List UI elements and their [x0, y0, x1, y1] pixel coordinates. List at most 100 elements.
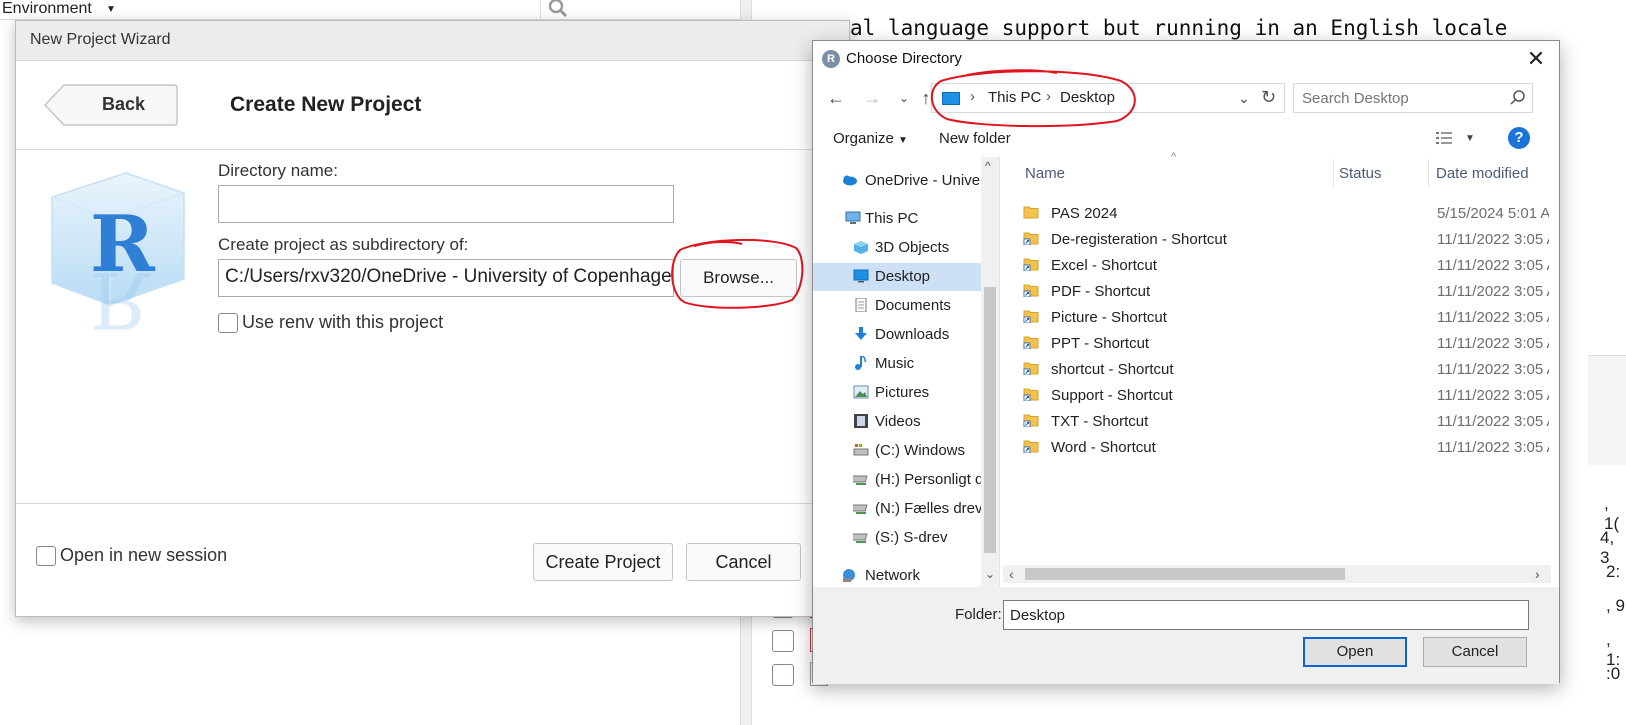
browse-button[interactable]: Browse... [680, 259, 797, 297]
scroll-left-icon[interactable]: ‹ [1009, 566, 1014, 582]
folder-shortcut-icon [1023, 258, 1039, 271]
nav-item-desktop[interactable]: Desktop [813, 263, 981, 291]
file-row[interactable]: Excel - Shortcut 11/11/2022 3:05 AM [1009, 253, 1549, 279]
scroll-up-icon[interactable]: ^ [985, 159, 991, 173]
dialog-cancel-button[interactable]: Cancel [1423, 637, 1527, 667]
recent-locations-icon[interactable]: ⌄ [893, 87, 915, 109]
help-icon[interactable]: ? [1508, 127, 1530, 149]
truncated-text: :0 [1606, 664, 1621, 683]
search-input[interactable] [1293, 83, 1533, 113]
cloud-icon [843, 175, 857, 186]
navigation-pane: OneDrive - University of Copenhagen This… [813, 157, 999, 587]
cube-icon [854, 241, 868, 254]
nav-item-this-pc[interactable]: This PC [813, 205, 981, 233]
navigation-scrollbar[interactable]: ^ ⌄ [981, 157, 999, 587]
new-session-label: Open in new session [60, 545, 228, 565]
nav-item-videos[interactable]: Videos [813, 408, 981, 436]
video-icon [854, 414, 868, 428]
scrollbar-thumb[interactable] [984, 287, 996, 553]
nav-item-network[interactable]: Network [813, 562, 981, 590]
truncated-text: , 9 [1606, 596, 1625, 615]
back-arrow-icon[interactable]: ← [825, 87, 847, 109]
scroll-down-icon[interactable]: ⌄ [985, 567, 995, 581]
wizard-titlebar[interactable]: New Project Wizard [16, 21, 849, 61]
directory-name-label: Directory name: [218, 161, 338, 180]
dialog-titlebar[interactable]: R Choose Directory ✕ [813, 41, 1559, 77]
nav-item-documents[interactable]: Documents [813, 292, 981, 320]
file-checkbox[interactable] [772, 664, 794, 686]
nav-item-s-drive[interactable]: (S:) S-drev [813, 524, 981, 552]
nav-item-n-drive[interactable]: (N:) Fælles drev [813, 495, 981, 523]
folder-label: Folder: [955, 606, 1002, 623]
caret-down-icon[interactable]: ▼ [1465, 133, 1475, 144]
create-project-button[interactable]: Create Project [533, 543, 673, 581]
column-header-status[interactable]: Status [1339, 165, 1382, 182]
environment-tab[interactable]: Environment [2, 0, 92, 18]
file-checkbox[interactable] [772, 630, 794, 652]
file-row[interactable]: Support - Shortcut 11/11/2022 3:05 AM [1009, 383, 1549, 409]
chevron-down-icon[interactable]: ⌄ [1238, 90, 1250, 107]
caret-down-icon: ▼ [898, 135, 908, 146]
file-row[interactable]: Picture - Shortcut 11/11/2022 3:05 AM [1009, 305, 1549, 331]
file-row[interactable]: PDF - Shortcut 11/11/2022 3:05 AM [1009, 279, 1549, 305]
subdirectory-path-input[interactable]: C:/Users/rxv320/OneDrive - University of… [218, 259, 674, 297]
close-icon[interactable]: ✕ [1521, 45, 1551, 73]
folder-icon [1023, 206, 1039, 219]
file-row[interactable]: Word - Shortcut 11/11/2022 3:05 AM [1009, 435, 1549, 461]
forward-arrow-icon[interactable]: → [861, 87, 883, 109]
column-header-name[interactable]: Name [1025, 165, 1065, 182]
column-header-date[interactable]: Date modified [1436, 165, 1529, 182]
renv-checkbox[interactable] [218, 313, 238, 333]
sort-ascending-icon: ^ [1171, 151, 1177, 163]
horizontal-scrollbar[interactable]: ‹ › [1003, 565, 1551, 583]
subdirectory-label: Create project as subdirectory of: [218, 235, 469, 254]
scrollbar-thumb[interactable] [1025, 568, 1345, 580]
file-row[interactable]: De-registeration - Shortcut 11/11/2022 3… [1009, 227, 1549, 253]
nav-item-3d-objects[interactable]: 3D Objects [813, 234, 981, 262]
breadcrumb-this-pc[interactable]: This PC [988, 89, 1041, 106]
column-separator[interactable] [1333, 159, 1334, 187]
divider [16, 503, 849, 504]
file-row[interactable]: PPT - Shortcut 11/11/2022 3:05 AM [1009, 331, 1549, 357]
new-session-checkbox[interactable] [36, 546, 56, 566]
file-row[interactable]: TXT - Shortcut 11/11/2022 3:05 AM [1009, 409, 1549, 435]
nav-item-pictures[interactable]: Pictures [813, 379, 981, 407]
open-button[interactable]: Open [1303, 637, 1407, 667]
address-bar[interactable]: › This PC › Desktop ⌄ [931, 83, 1285, 113]
files-pane-header [1588, 355, 1626, 465]
search-icon[interactable] [1509, 89, 1527, 107]
chevron-down-icon[interactable]: ▼ [106, 4, 116, 15]
view-options-icon[interactable] [1435, 130, 1453, 146]
nav-item-onedrive[interactable]: OneDrive - University of Copenhagen [813, 167, 981, 195]
folder-shortcut-icon [1023, 232, 1039, 245]
nav-item-h-drive[interactable]: (H:) Personligt drev [813, 466, 981, 494]
file-row[interactable]: shortcut - Shortcut 11/11/2022 3:05 AM [1009, 357, 1549, 383]
breadcrumb-desktop[interactable]: Desktop [1060, 89, 1115, 106]
nav-item-downloads[interactable]: Downloads [813, 321, 981, 349]
network-drive-icon [853, 504, 868, 514]
folder-shortcut-icon [1023, 336, 1039, 349]
column-separator[interactable] [1428, 159, 1429, 187]
back-label: Back [102, 94, 146, 114]
divider [16, 149, 849, 150]
renv-label: Use renv with this project [242, 312, 444, 332]
wizard-title: New Project Wizard [30, 31, 171, 48]
r-app-icon: R [822, 50, 840, 68]
organize-menu[interactable]: Organize ▼ [833, 130, 908, 147]
nav-item-music[interactable]: Music [813, 350, 981, 378]
download-icon [855, 327, 867, 340]
cancel-button[interactable]: Cancel [686, 543, 801, 581]
folder-input[interactable] [1003, 600, 1529, 630]
folder-shortcut-icon [1023, 440, 1039, 453]
directory-name-input[interactable] [218, 185, 674, 223]
file-row[interactable]: PAS 2024 5/15/2024 5:01 AM [1009, 201, 1549, 227]
nav-item-c-drive[interactable]: (C:) Windows [813, 437, 981, 465]
folder-shortcut-icon [1023, 388, 1039, 401]
scroll-right-icon[interactable]: › [1535, 566, 1540, 582]
refresh-icon[interactable]: ↻ [1261, 87, 1276, 108]
document-icon [855, 298, 867, 312]
console-output: al language support but running in an En… [850, 16, 1508, 40]
environment-search[interactable] [540, 0, 730, 20]
new-folder-button[interactable]: New folder [939, 130, 1011, 147]
back-button[interactable]: Back [44, 84, 178, 126]
